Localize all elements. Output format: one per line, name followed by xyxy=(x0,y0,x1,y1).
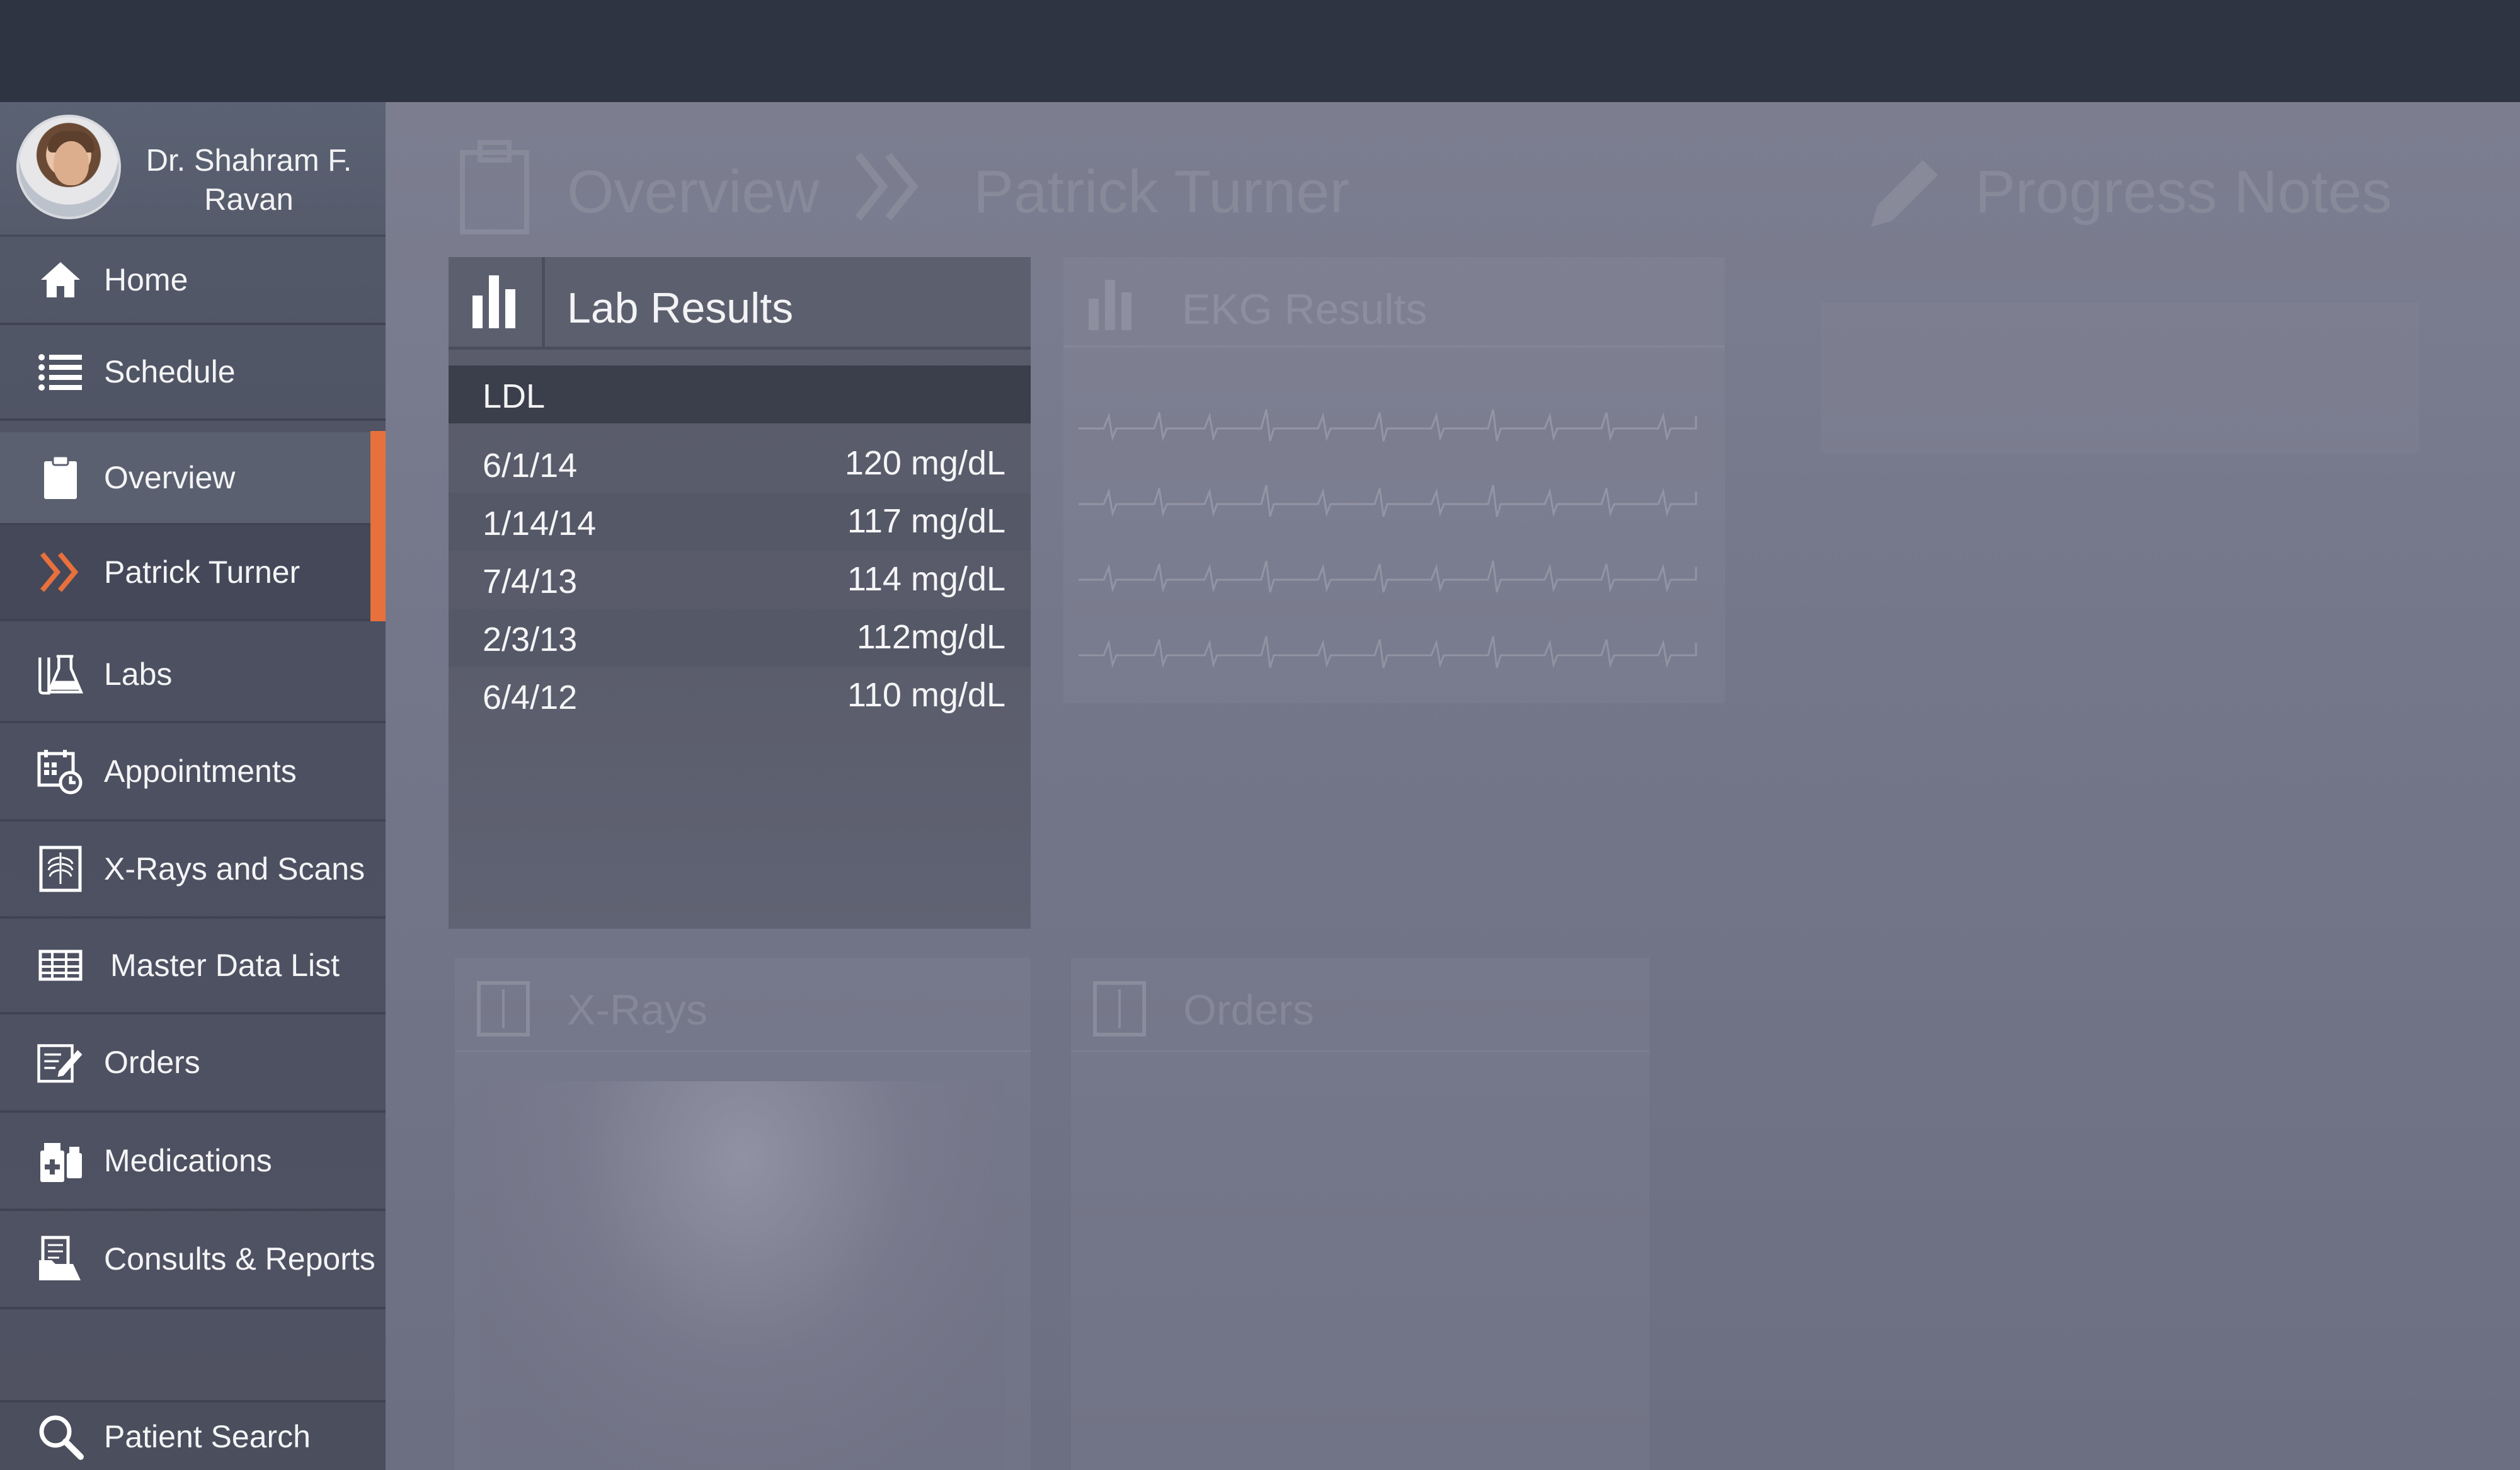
clipboard-icon xyxy=(37,454,84,502)
xray-icon xyxy=(1092,980,1147,1040)
xrays-card-title: X-Rays xyxy=(567,986,707,1034)
table-row[interactable]: 1/14/14 117 mg/dL xyxy=(449,493,1031,551)
flask-icon xyxy=(37,650,84,698)
orders-card[interactable]: Orders xyxy=(1071,958,1649,1470)
progress-notes-title[interactable]: Progress Notes xyxy=(1975,158,2392,227)
bar-chart-icon xyxy=(1089,280,1134,333)
nav-patient-search[interactable]: Patient Search xyxy=(0,1400,386,1470)
nav-medications[interactable]: Medications xyxy=(0,1113,386,1211)
nav-overview[interactable]: Overview xyxy=(0,432,386,525)
xray-icon xyxy=(37,845,84,893)
orders-card-title: Orders xyxy=(1183,986,1314,1034)
home-icon xyxy=(37,256,84,304)
result-value: 114 mg/dL xyxy=(847,560,1005,598)
ekg-card-title: EKG Results xyxy=(1182,285,1428,333)
divider xyxy=(1071,1050,1649,1052)
result-value: 120 mg/dL xyxy=(844,444,1005,482)
doctor-profile[interactable]: Dr. Shahram F. Ravan xyxy=(0,102,386,237)
table-row[interactable]: 6/4/12 110 mg/dL xyxy=(449,667,1031,725)
ekg-traces xyxy=(1079,409,1697,669)
result-date: 7/4/13 xyxy=(483,563,578,600)
test-name: LDL xyxy=(483,377,546,415)
medication-icon xyxy=(37,1137,84,1185)
list-icon xyxy=(37,348,84,396)
table-row[interactable]: 6/1/14 120 mg/dL xyxy=(449,435,1031,493)
calendar-clock-icon xyxy=(37,747,84,795)
pencil-icon xyxy=(1865,151,1947,236)
progress-notes-panel xyxy=(1821,302,2419,454)
nav-orders[interactable]: Orders xyxy=(0,1014,386,1113)
breadcrumb-overview[interactable]: Overview xyxy=(567,158,819,227)
folder-document-icon xyxy=(37,1235,84,1283)
table-row[interactable]: 2/3/13 112mg/dL xyxy=(449,609,1031,667)
xray-icon xyxy=(476,980,530,1040)
result-date: 1/14/14 xyxy=(483,505,597,543)
top-bar xyxy=(0,0,2520,102)
result-date: 2/3/13 xyxy=(483,621,578,658)
chest-xray-image[interactable] xyxy=(480,1081,1005,1470)
nav-labs[interactable]: Labs xyxy=(0,628,386,723)
lab-results-card[interactable]: Lab Results LDL 6/1/14 120 mg/dL 1/14/14… xyxy=(449,257,1031,929)
bar-chart-icon xyxy=(449,257,545,347)
double-chevron-right-icon xyxy=(852,149,927,227)
nav-patrick-turner[interactable]: Patrick Turner xyxy=(0,525,386,621)
divider xyxy=(455,1050,1031,1052)
clipboard-icon xyxy=(460,140,529,234)
search-icon xyxy=(37,1413,84,1461)
result-value: 112mg/dL xyxy=(856,618,1005,656)
nav-appointments[interactable]: Appointments xyxy=(0,723,386,822)
nav-master-data-list[interactable]: Master Data List xyxy=(0,919,386,1014)
result-date: 6/4/12 xyxy=(483,679,578,716)
edit-document-icon xyxy=(37,1038,84,1086)
table-icon xyxy=(37,941,84,989)
nav-schedule[interactable]: Schedule xyxy=(0,325,386,421)
doctor-name: Dr. Shahram F. Ravan xyxy=(146,144,352,217)
table-row[interactable]: 7/4/13 114 mg/dL xyxy=(449,551,1031,609)
lab-results-header: Lab Results xyxy=(449,257,1031,350)
nav-home[interactable]: Home xyxy=(0,237,386,325)
nav-xrays-and-scans[interactable]: X-Rays and Scans xyxy=(0,822,386,919)
nav-consults-and-reports[interactable]: Consults & Reports xyxy=(0,1211,386,1309)
result-value: 110 mg/dL xyxy=(847,676,1005,714)
selection-accent xyxy=(370,431,386,621)
breadcrumb-patient[interactable]: Patrick Turner xyxy=(973,158,1350,227)
lab-results-title: Lab Results xyxy=(567,284,794,332)
avatar xyxy=(16,115,121,219)
divider xyxy=(1063,345,1725,348)
sidebar: Dr. Shahram F. Ravan Home Schedule Overv… xyxy=(0,102,386,1470)
test-name-bar[interactable]: LDL xyxy=(449,365,1031,423)
result-date: 6/1/14 xyxy=(483,447,578,485)
double-chevron-right-icon xyxy=(37,548,84,596)
result-value: 117 mg/dL xyxy=(847,502,1005,540)
